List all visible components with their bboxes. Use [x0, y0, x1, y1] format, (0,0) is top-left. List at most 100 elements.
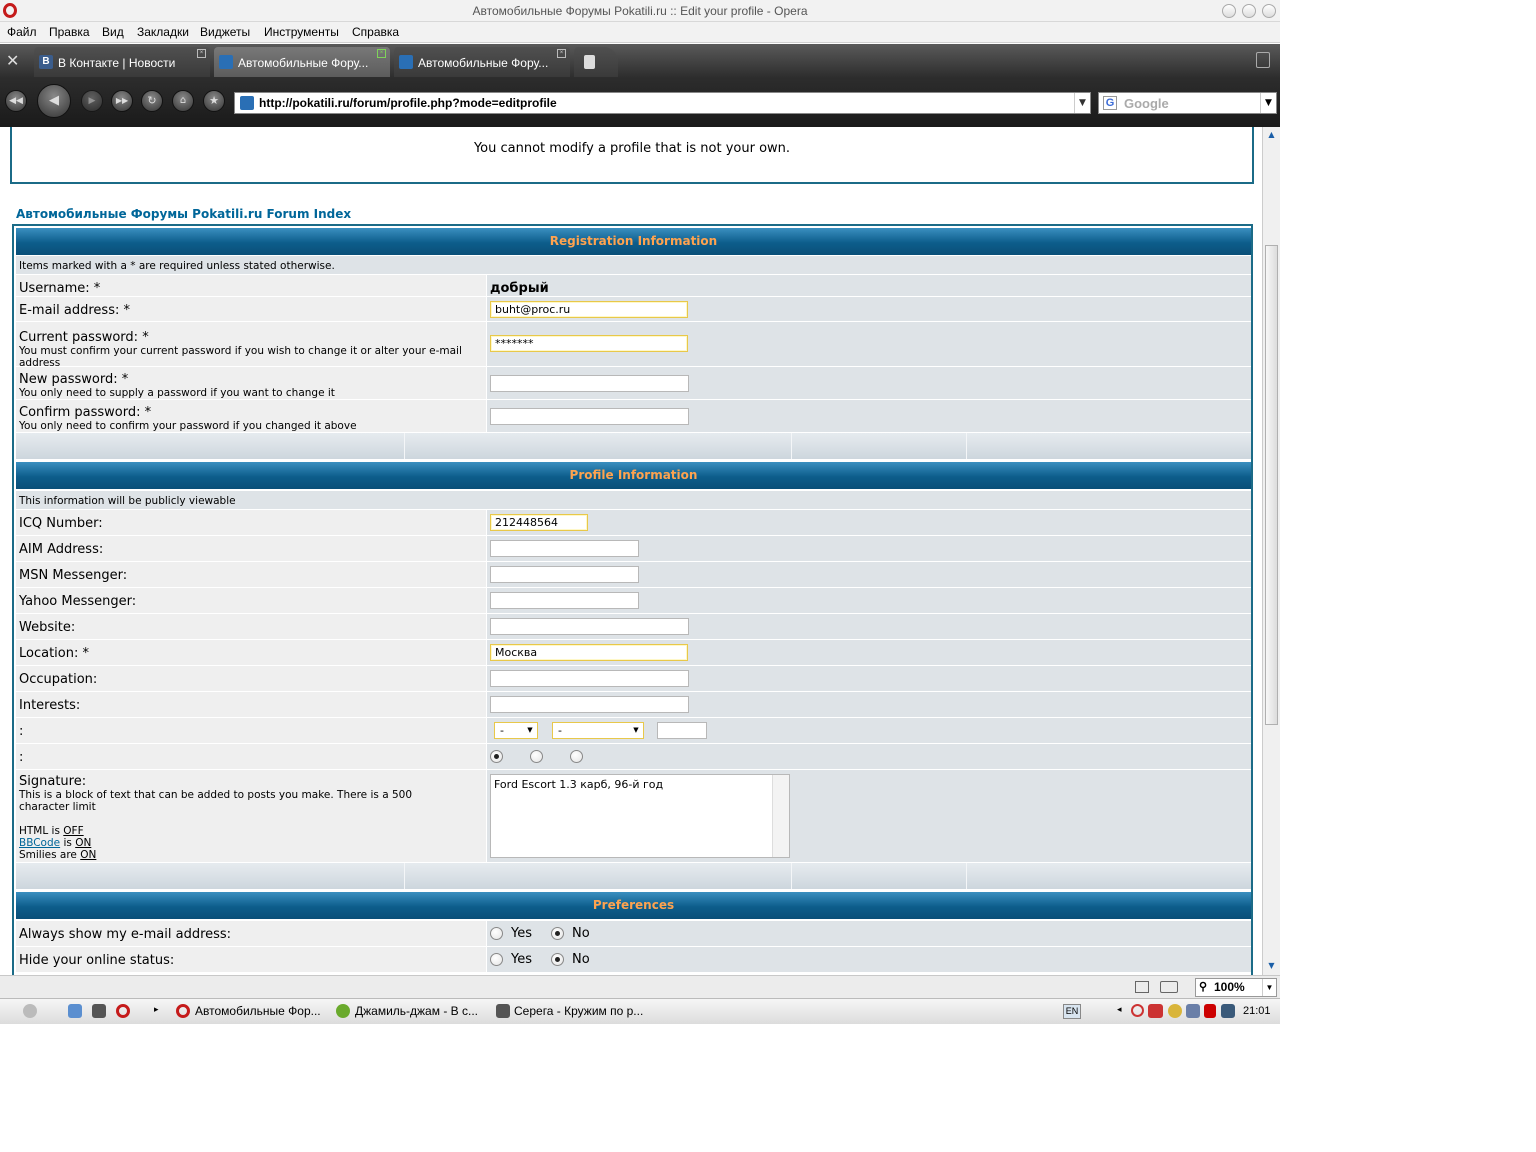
tab-forum[interactable]: Автомобильные Фору... ×: [394, 47, 570, 77]
kaspersky-icon[interactable]: [1204, 1004, 1216, 1018]
gender-radio-female[interactable]: [570, 750, 583, 763]
email-field[interactable]: buht@proc.ru: [490, 301, 688, 318]
chevron-down-icon[interactable]: ▼: [1074, 93, 1090, 113]
location-row: Location: * Москва: [16, 639, 1251, 665]
close-icon[interactable]: ×: [377, 49, 386, 58]
back-icon[interactable]: ◀: [37, 84, 71, 118]
forum-favicon-icon: [240, 96, 254, 110]
window-title: Автомобильные Форумы Pokatili.ru :: Edit…: [472, 4, 808, 18]
explorer-icon[interactable]: [68, 1004, 82, 1018]
close-icon[interactable]: ×: [197, 49, 206, 58]
tray-icon-1[interactable]: [1131, 1004, 1144, 1017]
textarea-scrollbar[interactable]: [772, 775, 789, 857]
menu-bookmarks[interactable]: Закладки: [137, 25, 189, 39]
search-field[interactable]: G Google ▼: [1098, 92, 1277, 114]
yahoo-field[interactable]: [490, 592, 639, 609]
menu-file[interactable]: Файл: [7, 25, 37, 39]
maximize-button[interactable]: [1242, 4, 1256, 18]
apple-icon[interactable]: [23, 1004, 37, 1018]
fast-forward-icon[interactable]: ▶▶: [111, 90, 133, 112]
birthday-month-select[interactable]: - ▼: [552, 722, 644, 739]
aim-row: AIM Address:: [16, 535, 1251, 561]
tray-expand-icon[interactable]: ◂: [1117, 1005, 1122, 1015]
location-label: Location: *: [19, 646, 89, 661]
task-opera[interactable]: Автомобильные Фор...: [195, 1004, 321, 1018]
birthday-label: :: [19, 724, 24, 739]
current-password-field[interactable]: *******: [490, 335, 688, 352]
forum-favicon-icon: [399, 55, 413, 69]
tab-forum-active[interactable]: Автомобильные Фору... ×: [214, 47, 390, 77]
tools-icon[interactable]: ✕: [6, 52, 26, 70]
location-field[interactable]: Москва: [490, 644, 688, 661]
new-tab-button[interactable]: [574, 47, 618, 77]
occupation-field[interactable]: [490, 670, 689, 687]
bookmark-star-icon[interactable]: ★: [203, 90, 225, 112]
home-icon[interactable]: ⌂: [172, 90, 194, 112]
forum-index-link[interactable]: Автомобильные Форумы Pokatili.ru Forum I…: [16, 207, 351, 221]
url-text: http://pokatili.ru/forum/profile.php?mod…: [259, 96, 557, 110]
username-value: добрый: [490, 281, 549, 296]
menu-edit[interactable]: Правка: [49, 25, 90, 39]
tray-icon-4[interactable]: [1186, 1004, 1200, 1018]
hide-online-yes-radio[interactable]: [490, 953, 503, 966]
rewind-icon[interactable]: ◀◀: [5, 90, 27, 112]
interests-field[interactable]: [490, 696, 689, 713]
gender-radio-unspecified[interactable]: [490, 750, 503, 763]
birthday-day-select[interactable]: - ▼: [494, 722, 538, 739]
aim-field[interactable]: [490, 540, 639, 557]
menu-help[interactable]: Справка: [352, 25, 399, 39]
task-player[interactable]: Серега - Кружим по р...: [514, 1004, 643, 1018]
tray-icon-2[interactable]: [1148, 1004, 1163, 1018]
scrollbar-thumb[interactable]: [1265, 245, 1278, 725]
opera-icon[interactable]: [116, 1004, 130, 1018]
chevron-down-icon[interactable]: ▼: [1262, 979, 1276, 996]
hide-online-no-radio[interactable]: [551, 953, 564, 966]
new-password-field[interactable]: [490, 375, 689, 392]
chevron-right-icon[interactable]: ▸: [154, 1005, 159, 1015]
task-chat[interactable]: Джамиль-джам - В с...: [355, 1004, 478, 1018]
forward-icon[interactable]: ▶: [81, 90, 103, 112]
profile-form: Registration Information Items marked wi…: [12, 224, 1253, 975]
zoom-control[interactable]: ⚲ 100% ▼: [1195, 978, 1277, 997]
chevron-down-icon: ▼: [633, 726, 639, 734]
minimize-button[interactable]: [1222, 4, 1236, 18]
confirm-password-note: You only need to confirm your password i…: [19, 420, 357, 432]
show-email-yes-radio[interactable]: [490, 927, 503, 940]
menu-tools[interactable]: Инструменты: [264, 25, 339, 39]
signature-textarea[interactable]: Ford Escort 1.3 карб, 96-й год: [490, 774, 790, 858]
hide-online-row: Hide your online status: Yes No: [16, 946, 1251, 972]
birthday-month-value: -: [558, 724, 562, 737]
tab-bar: ✕ B В Контакте | Новости × Автомобильные…: [0, 44, 1280, 77]
birthday-year-field[interactable]: [657, 722, 707, 739]
tab-label: Автомобильные Фору...: [418, 56, 549, 70]
trash-icon[interactable]: [1256, 52, 1270, 68]
website-field[interactable]: [490, 618, 689, 635]
scroll-down-icon[interactable]: ▼: [1265, 960, 1278, 972]
network-icon[interactable]: [1221, 1004, 1235, 1018]
confirm-password-field[interactable]: [490, 408, 689, 425]
camera-icon[interactable]: [1160, 981, 1178, 993]
menu-view[interactable]: Вид: [102, 25, 124, 39]
close-icon[interactable]: ×: [557, 49, 566, 58]
language-indicator[interactable]: EN: [1063, 1004, 1081, 1019]
scroll-up-icon[interactable]: ▲: [1265, 129, 1278, 141]
reload-icon[interactable]: ↻: [141, 90, 163, 112]
address-field[interactable]: http://pokatili.ru/forum/profile.php?mod…: [234, 92, 1091, 114]
bbcode-link[interactable]: BBCode: [19, 837, 60, 849]
menu-widgets[interactable]: Виджеты: [200, 25, 250, 39]
occupation-row: Occupation:: [16, 665, 1251, 691]
icq-field[interactable]: 212448564: [490, 514, 588, 531]
vertical-scrollbar[interactable]: ▲ ▼: [1262, 127, 1280, 975]
close-button[interactable]: [1262, 4, 1276, 18]
tray-icon-3[interactable]: [1168, 1004, 1182, 1018]
msn-row: MSN Messenger:: [16, 561, 1251, 587]
tab-vkontakte[interactable]: B В Контакте | Новости ×: [34, 47, 210, 77]
gender-radio-male[interactable]: [530, 750, 543, 763]
chevron-down-icon[interactable]: ▼: [1260, 93, 1276, 113]
yahoo-row: Yahoo Messenger:: [16, 587, 1251, 613]
app-icon[interactable]: [92, 1004, 106, 1018]
show-email-no-radio[interactable]: [551, 927, 564, 940]
preferences-header: Preferences: [16, 892, 1251, 919]
msn-field[interactable]: [490, 566, 639, 583]
page-layout-icon[interactable]: [1135, 981, 1149, 993]
